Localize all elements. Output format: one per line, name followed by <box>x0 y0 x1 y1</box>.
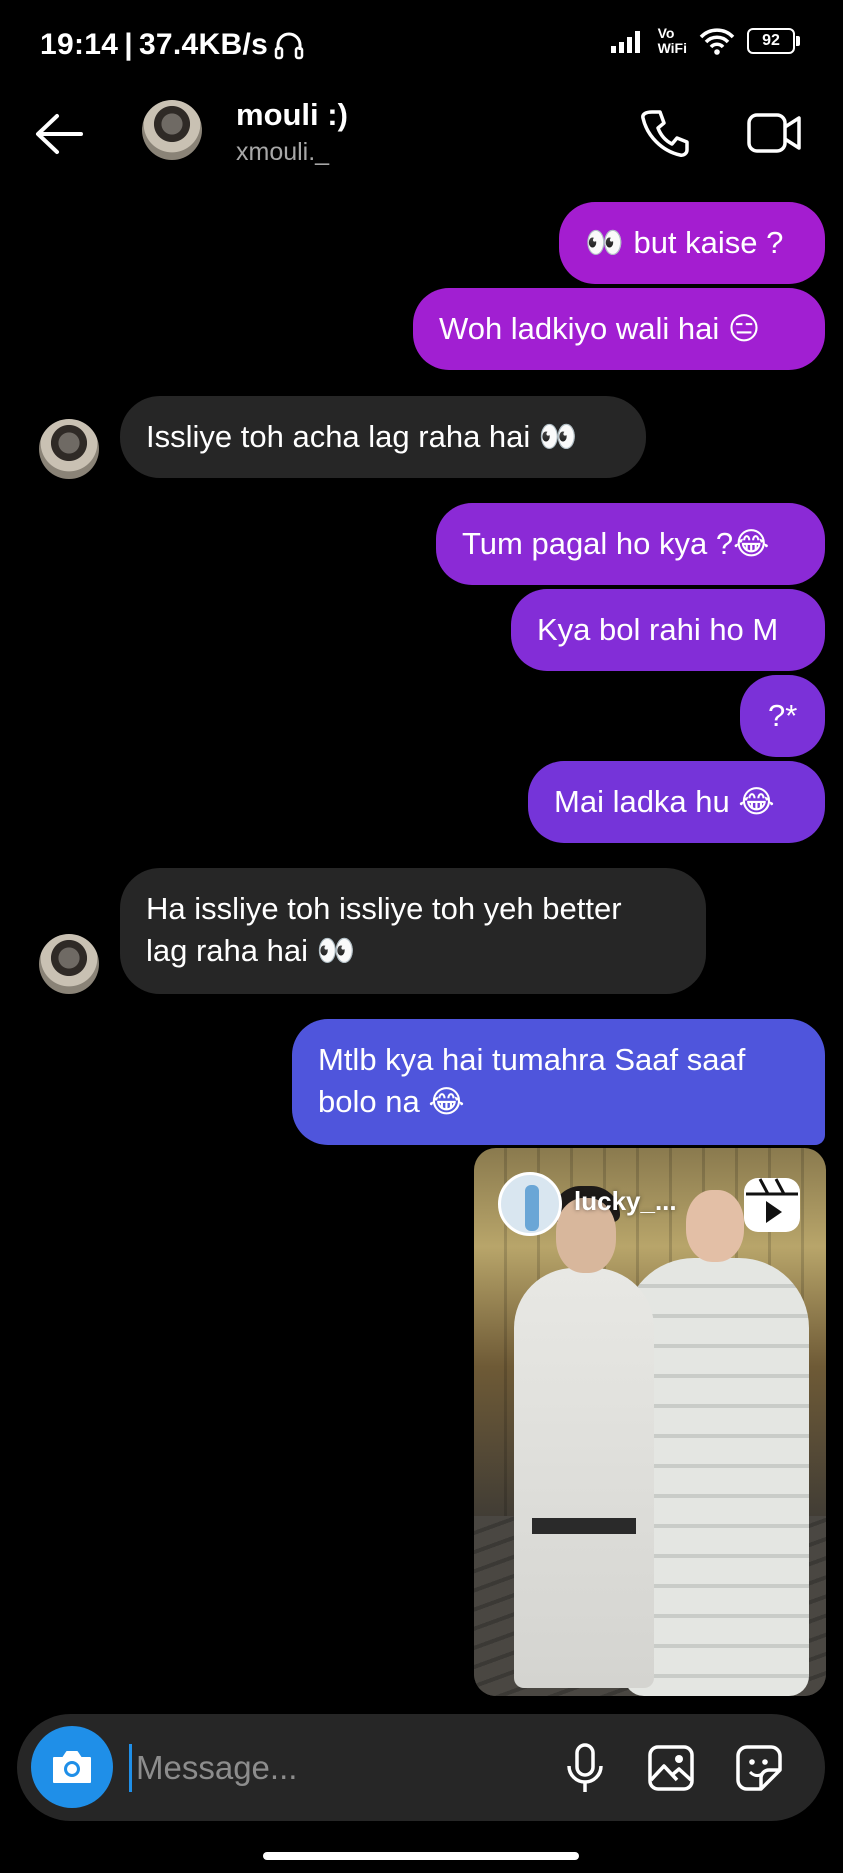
message-line: lag raha hai <box>146 933 317 968</box>
status-time: 19:14 <box>40 28 119 61</box>
gallery-icon[interactable] <box>647 1744 695 1792</box>
contact-username[interactable]: xmouli._ <box>236 138 329 167</box>
message-text: ?* <box>768 698 798 733</box>
message-sent[interactable]: Woh ladkiyo wali hai 😑 <box>413 288 825 370</box>
vowifi-line2: WiFi <box>657 40 687 56</box>
reel-author-avatar[interactable] <box>498 1172 562 1236</box>
laughing-emoji: 😂 <box>428 1084 465 1120</box>
message-sent[interactable]: Mtlb kya hai tumahra Saaf saaf bolo na 😂 <box>292 1019 825 1145</box>
message-input[interactable] <box>129 1744 576 1792</box>
contact-avatar[interactable] <box>39 934 99 994</box>
sticker-icon[interactable] <box>735 1744 783 1792</box>
message-text: Issliye toh acha lag raha hai <box>146 419 539 454</box>
expressionless-emoji: 😑 <box>727 311 761 347</box>
eyes-emoji: 👀 <box>538 419 578 455</box>
home-indicator[interactable] <box>263 1852 579 1860</box>
reel-person <box>514 1186 654 1688</box>
back-arrow-icon[interactable] <box>33 112 85 156</box>
camera-icon <box>53 1751 91 1783</box>
laughing-emoji: 😂 <box>733 526 770 562</box>
contact-name[interactable]: mouli :) <box>236 97 348 133</box>
message-sent[interactable]: Tum pagal ho kya ?😂 <box>436 503 825 585</box>
video-camera-icon[interactable] <box>746 110 802 156</box>
message-sent[interactable]: ?* <box>740 675 825 757</box>
contact-avatar[interactable] <box>39 419 99 479</box>
message-sent[interactable]: Mai ladka hu 😂 <box>528 761 825 843</box>
microphone-icon[interactable] <box>565 1742 605 1796</box>
network-speed: 37.4KB/s <box>138 28 269 61</box>
message-received[interactable]: Issliye toh acha lag raha hai 👀 <box>120 396 646 478</box>
battery-icon: 92 <box>747 28 800 54</box>
vowifi-indicator: Vo WiFi <box>658 26 687 56</box>
message-sent[interactable]: 👀 but kaise ? <box>559 202 825 284</box>
camera-button[interactable] <box>31 1726 113 1808</box>
contact-avatar[interactable] <box>142 100 202 160</box>
phone-icon[interactable] <box>640 108 690 158</box>
status-right: Vo WiFi 92 <box>610 26 800 56</box>
message-text: Woh ladkiyo wali hai <box>439 311 728 346</box>
eyes-emoji: 👀 <box>585 225 634 261</box>
eyes-emoji: 👀 <box>316 933 356 969</box>
laughing-emoji: 😂 <box>738 784 775 820</box>
battery-level: 92 <box>762 32 780 49</box>
reel-header: lucky_... <box>498 1172 802 1236</box>
message-received[interactable]: Ha issliye toh issliye toh yeh better la… <box>120 868 706 994</box>
message-text: Mai ladka hu <box>554 784 739 819</box>
reel-person-belt <box>532 1518 636 1534</box>
message-line: Ha issliye toh issliye toh yeh better <box>146 891 622 926</box>
headphones-icon <box>274 32 304 60</box>
message-line: bolo na <box>318 1084 429 1119</box>
message-composer <box>17 1714 825 1821</box>
status-separator: | <box>124 28 133 61</box>
shared-reel[interactable]: lucky_... <box>474 1148 826 1696</box>
reels-icon <box>744 1178 800 1232</box>
wifi-icon <box>699 28 735 55</box>
message-line: Mtlb kya hai tumahra Saaf saaf <box>318 1042 746 1077</box>
status-bar: 19:14 | 37.4KB/s Vo WiFi 92 <box>0 0 843 92</box>
message-sent[interactable]: Kya bol rahi ho M <box>511 589 825 671</box>
message-text: Tum pagal ho kya ? <box>462 526 734 561</box>
message-text: Kya bol rahi ho M <box>537 612 779 647</box>
vowifi-line1: Vo <box>657 25 675 41</box>
reel-author-username[interactable]: lucky_... <box>574 1186 677 1217</box>
status-left: 19:14 | 37.4KB/s <box>40 28 304 62</box>
message-text: but kaise ? <box>633 225 784 260</box>
signal-icon <box>610 31 640 53</box>
